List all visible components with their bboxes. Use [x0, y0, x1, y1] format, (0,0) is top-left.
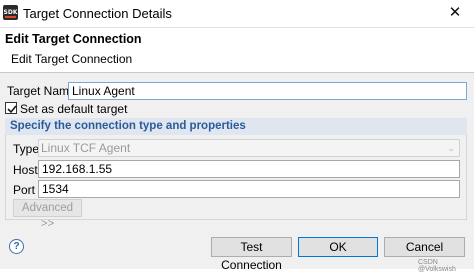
host-label: Host: [13, 163, 38, 177]
title-bar: SDK Target Connection Details ✕: [0, 0, 474, 28]
close-button[interactable]: ✕: [436, 0, 474, 26]
target-name-input[interactable]: Linux Agent: [68, 82, 467, 100]
app-logo-icon: SDK: [3, 5, 18, 20]
checkmark-icon: [7, 105, 17, 114]
chevron-down-icon: ⌄: [447, 143, 455, 153]
ok-button[interactable]: OK: [298, 237, 378, 257]
test-connection-button[interactable]: Test Connection: [211, 237, 292, 272]
watermark: CSDN @Volkswish: [418, 259, 456, 273]
window-title: Target Connection Details: [23, 6, 172, 21]
type-label: Type: [13, 142, 40, 156]
port-label: Port: [13, 183, 36, 197]
type-select[interactable]: Linux TCF Agent ⌄: [38, 139, 460, 157]
default-target-checkbox[interactable]: [5, 102, 17, 114]
cancel-button[interactable]: Cancel: [384, 237, 465, 257]
connection-group-title: Specify the connection type and properti…: [5, 118, 467, 135]
header-title: Edit Target Connection: [5, 32, 142, 46]
advanced-button[interactable]: Advanced >>: [13, 199, 82, 230]
target-name-label: Target Name: [7, 84, 76, 98]
default-target-label: Set as default target: [20, 102, 128, 116]
type-select-value: Linux TCF Agent: [41, 141, 131, 155]
header-description: Edit Target Connection: [11, 52, 133, 66]
host-input[interactable]: 192.168.1.55: [38, 160, 460, 178]
help-icon[interactable]: ?: [9, 239, 24, 254]
dialog-header: Edit Target Connection Edit Target Conne…: [0, 28, 474, 70]
port-input[interactable]: 1534: [38, 180, 460, 198]
